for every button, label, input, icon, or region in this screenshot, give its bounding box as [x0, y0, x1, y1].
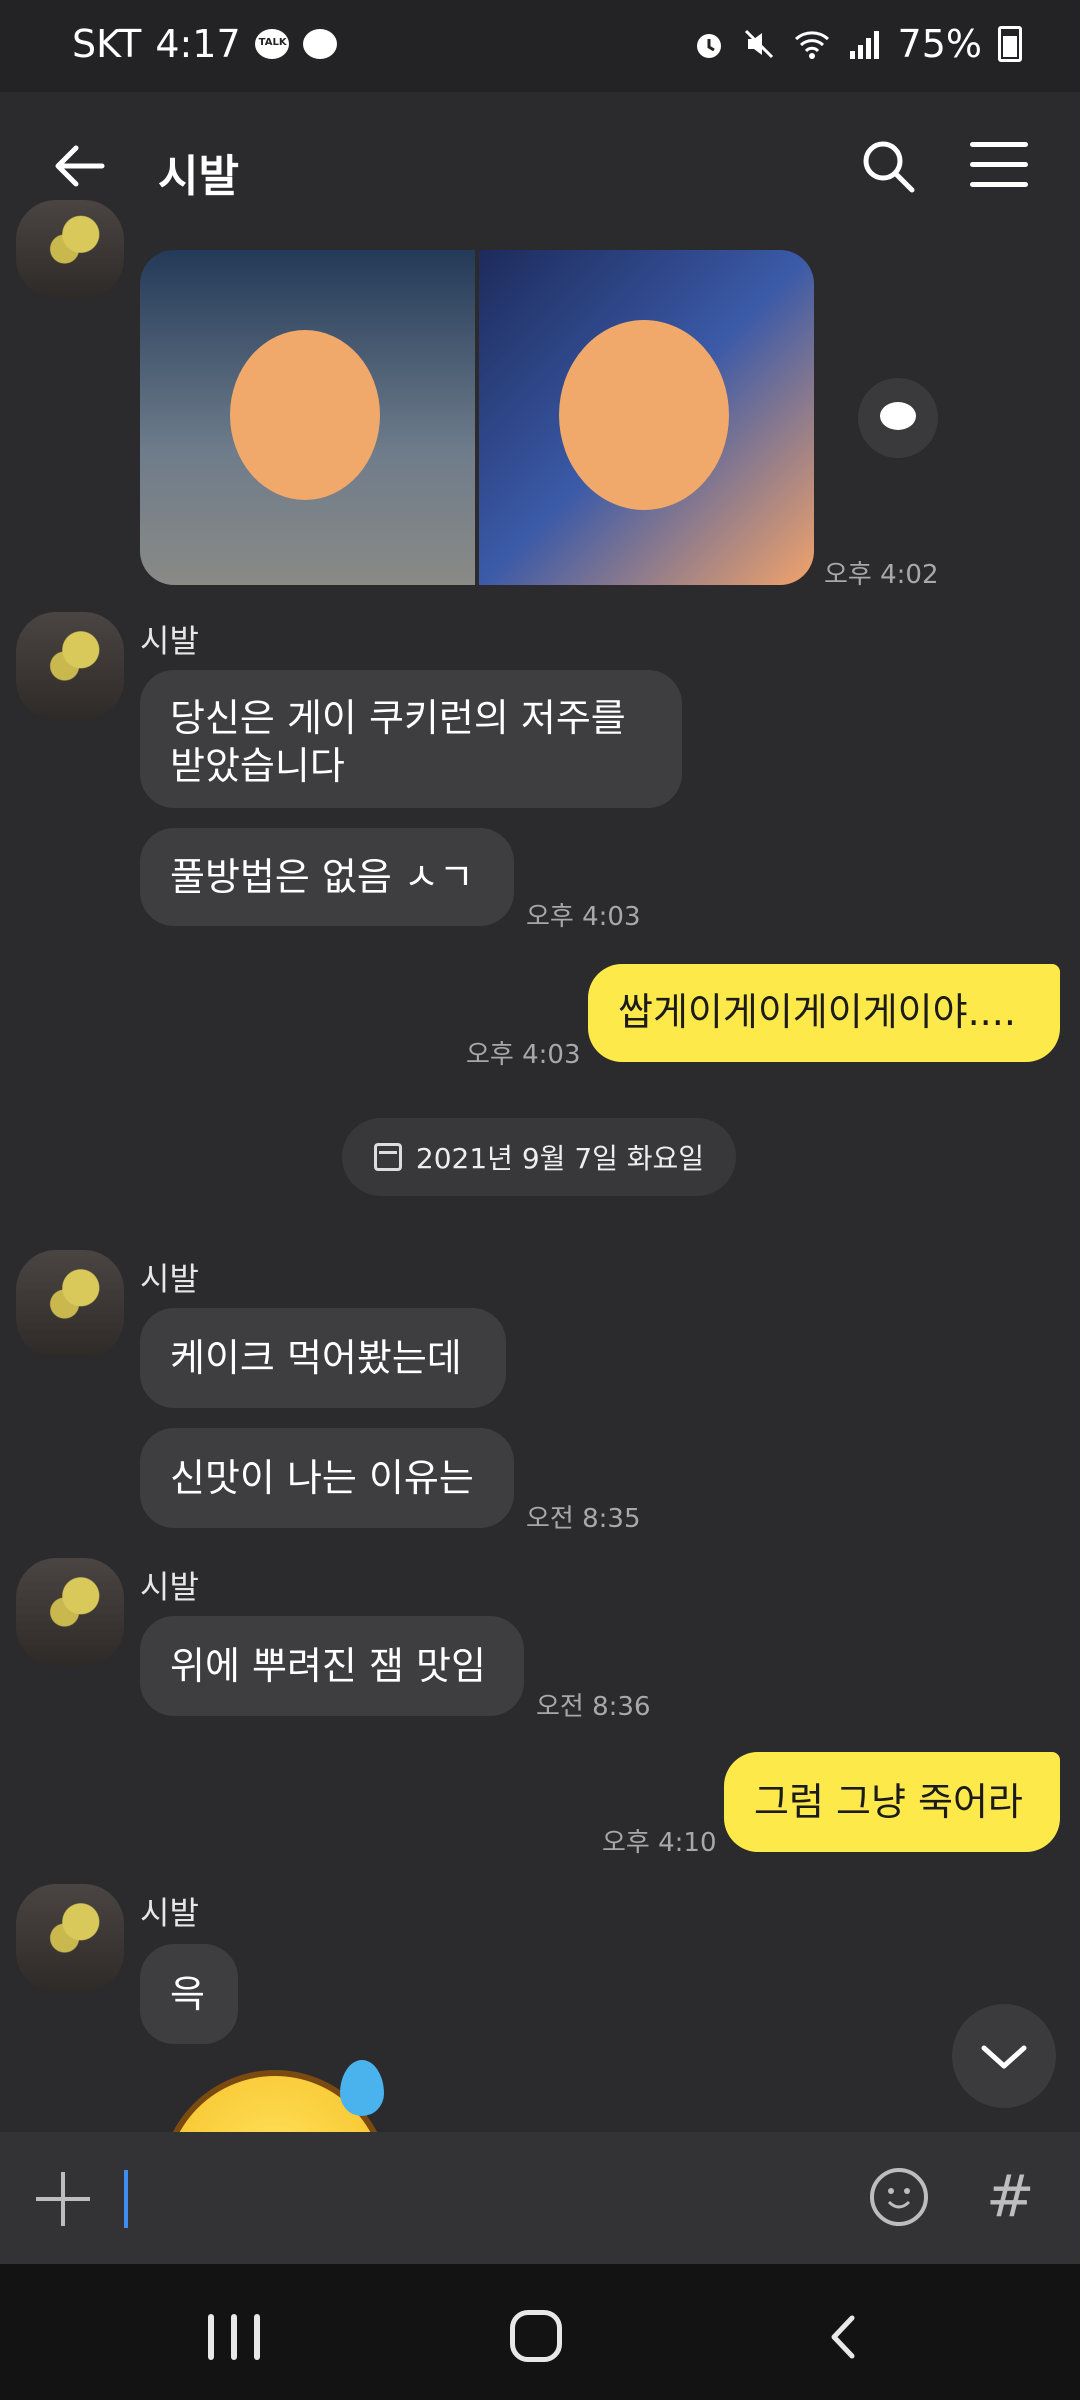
- chat-bubble-icon: [302, 29, 337, 59]
- chat-title: 시발: [158, 151, 239, 202]
- avatar[interactable]: [16, 612, 124, 720]
- message-text: 윽: [170, 1972, 205, 2016]
- scroll-to-bottom-button[interactable]: [952, 2004, 1056, 2108]
- sender-name: 시발: [140, 1260, 199, 1298]
- message-text: 받았습니다: [170, 744, 345, 788]
- comment-icon[interactable]: [858, 378, 938, 458]
- avatar[interactable]: [16, 200, 124, 298]
- message-bubble[interactable]: 윽: [140, 1944, 238, 2044]
- back-arrow-icon[interactable]: [50, 136, 110, 196]
- home-button[interactable]: [510, 2310, 562, 2362]
- chat-header: 시발: [0, 92, 1080, 252]
- message-time: 오후 4:02: [824, 560, 939, 590]
- text-caret: [124, 2170, 128, 2228]
- date-divider: 2021년 9월 7일 화요일: [342, 1118, 736, 1196]
- search-icon[interactable]: [858, 136, 918, 196]
- message-time: 오후 4:10: [602, 1828, 717, 1858]
- sender-name: 시발: [140, 1894, 199, 1932]
- message-bubble[interactable]: 케이크 먹어봤는데: [140, 1308, 506, 1408]
- message-input-bar: #: [0, 2132, 1080, 2264]
- message-text: 당신은 게이 쿠키런의 저주를: [170, 696, 626, 740]
- avatar[interactable]: [16, 1558, 124, 1666]
- sweat-drop-icon: [340, 2060, 384, 2116]
- sender-name: 시발: [140, 1568, 199, 1606]
- message-bubble[interactable]: 풀방법은 없음 ㅅㄱ: [140, 828, 514, 926]
- my-message-bubble[interactable]: 그럼 그냥 죽어라: [724, 1752, 1060, 1852]
- recent-apps-button[interactable]: [208, 2314, 260, 2360]
- message-text: 풀방법은 없음 ㅅㄱ: [170, 855, 474, 899]
- battery-icon: [998, 26, 1022, 62]
- message-input[interactable]: [140, 2162, 844, 2236]
- signal-icon: [849, 31, 879, 59]
- hashtag-search-icon[interactable]: #: [986, 2162, 1035, 2230]
- photo-attachment[interactable]: [140, 250, 814, 585]
- chevron-down-icon: [981, 2045, 1027, 2069]
- carrier-label: SKT: [72, 22, 142, 66]
- alarm-icon: [696, 34, 721, 58]
- nav-back-icon[interactable]: [820, 2312, 870, 2362]
- photo-image[interactable]: [140, 250, 475, 585]
- menu-icon[interactable]: [970, 142, 1028, 188]
- clock: 4:17: [155, 22, 241, 66]
- my-message-bubble[interactable]: 쌉게이게이게이게이야....: [588, 964, 1060, 1062]
- message-time: 오전 8:36: [536, 1692, 651, 1722]
- photo-image[interactable]: [479, 250, 814, 585]
- sender-name: 시발: [140, 622, 199, 660]
- avatar[interactable]: [16, 1884, 124, 1992]
- message-time: 오후 4:03: [466, 1040, 581, 1070]
- date-label: 2021년 9월 7일 화요일: [415, 1142, 705, 1175]
- system-nav-bar: [0, 2264, 1080, 2400]
- message-bubble[interactable]: 당신은 게이 쿠키런의 저주를 받았습니다: [140, 670, 682, 808]
- mute-icon: [744, 29, 773, 59]
- message-text: 그럼 그냥 죽어라: [754, 1780, 1023, 1824]
- talk-icon: [254, 29, 289, 59]
- wifi-icon: [794, 31, 829, 59]
- status-bar: SKT 4:17 75%: [0, 0, 1080, 92]
- calendar-icon: [373, 1143, 402, 1171]
- message-time: 오후 4:03: [526, 902, 641, 932]
- emoticon-icon[interactable]: [870, 2168, 928, 2226]
- message-bubble[interactable]: 위에 뿌려진 잼 맛임: [140, 1616, 524, 1716]
- message-bubble[interactable]: 신맛이 나는 이유는: [140, 1428, 514, 1528]
- plus-icon[interactable]: [36, 2172, 90, 2226]
- message-text: 케이크 먹어봤는데: [170, 1336, 462, 1380]
- message-text: 위에 뿌려진 잼 맛임: [170, 1644, 486, 1688]
- message-time: 오전 8:35: [526, 1504, 641, 1534]
- avatar[interactable]: [16, 1250, 124, 1358]
- message-text: 쌉게이게이게이게이야....: [618, 990, 1016, 1034]
- battery-percent: 75%: [897, 22, 982, 66]
- message-text: 신맛이 나는 이유는: [170, 1456, 474, 1500]
